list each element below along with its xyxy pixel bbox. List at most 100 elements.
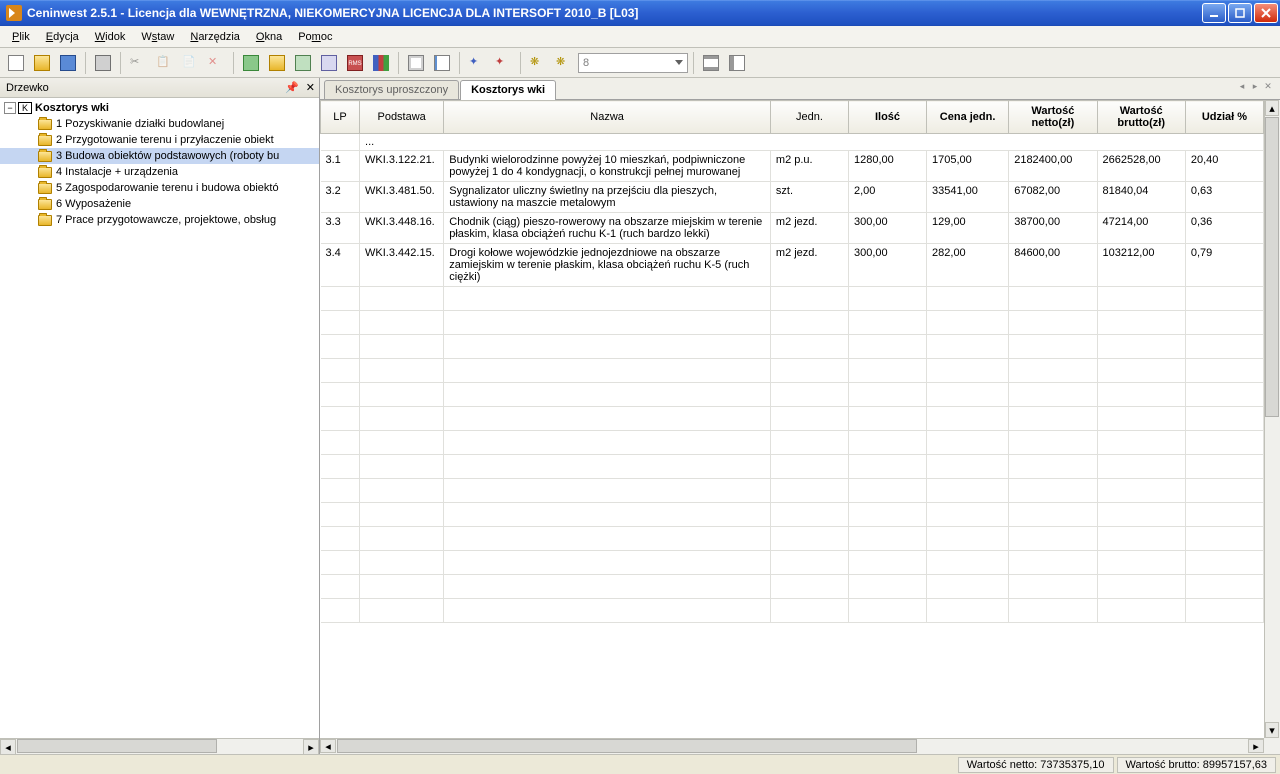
cell-wb[interactable]: 2662528,00 <box>1097 151 1185 182</box>
tb-list2[interactable] <box>725 51 749 75</box>
cell-lp[interactable]: 3.1 <box>321 151 360 182</box>
scroll-right-icon[interactable]: ▸ <box>303 739 319 755</box>
tb-chart[interactable] <box>369 51 393 75</box>
th-udzial[interactable]: Udział % <box>1185 101 1263 134</box>
tb-open[interactable] <box>30 51 54 75</box>
tb-wand2[interactable]: ✦ <box>491 51 515 75</box>
tb-print[interactable] <box>91 51 115 75</box>
tb-tool3[interactable] <box>291 51 315 75</box>
table-row[interactable] <box>321 335 1264 359</box>
tb-group2[interactable]: ❋ <box>552 51 576 75</box>
tb-wand1[interactable]: ✦ <box>465 51 489 75</box>
hscroll-left-icon[interactable]: ◂ <box>320 739 336 753</box>
cell-lp[interactable]: 3.4 <box>321 244 360 287</box>
table-row[interactable] <box>321 431 1264 455</box>
tree-item[interactable]: 6 Wyposażenie <box>0 196 319 212</box>
menu-insert[interactable]: Wstaw <box>133 29 182 45</box>
menu-file[interactable]: Plik <box>4 29 38 45</box>
scroll-thumb[interactable] <box>17 739 217 753</box>
cell-jedn[interactable]: szt. <box>770 182 848 213</box>
table-row[interactable] <box>321 527 1264 551</box>
tb-tool2[interactable] <box>265 51 289 75</box>
cell-wn[interactable]: 67082,00 <box>1009 182 1097 213</box>
cell-wn[interactable]: 2182400,00 <box>1009 151 1097 182</box>
cell-ilosc[interactable]: 300,00 <box>848 213 926 244</box>
cost-grid[interactable]: LP Podstawa Nazwa Jedn. Ilość Cena jedn.… <box>320 100 1264 623</box>
cell-nazwa[interactable]: Sygnalizator uliczny świetlny na przejśc… <box>444 182 771 213</box>
menu-tools[interactable]: Narzędzia <box>182 29 248 45</box>
tree-collapse-icon[interactable]: − <box>4 102 16 114</box>
scroll-down-icon[interactable]: ▾ <box>1265 722 1279 738</box>
tab-nav-next-icon[interactable]: ▸ <box>1249 81 1261 93</box>
cell-wn[interactable]: 84600,00 <box>1009 244 1097 287</box>
close-button[interactable] <box>1254 3 1278 23</box>
table-row[interactable] <box>321 503 1264 527</box>
tb-cut[interactable]: ✂ <box>126 51 150 75</box>
th-nazwa[interactable]: Nazwa <box>444 101 771 134</box>
maximize-button[interactable] <box>1228 3 1252 23</box>
grid-hscroll[interactable]: ◂ ▸ <box>320 738 1264 754</box>
table-row[interactable]: 3.2WKI.3.481.50.Sygnalizator uliczny świ… <box>321 182 1264 213</box>
pin-icon[interactable]: 📌 <box>285 81 299 94</box>
tb-copy[interactable]: 📋 <box>152 51 176 75</box>
cell-jedn[interactable]: m2 p.u. <box>770 151 848 182</box>
cell-podstawa[interactable]: WKI.3.481.50. <box>360 182 444 213</box>
cell-ilosc[interactable]: 1280,00 <box>848 151 926 182</box>
tree-root[interactable]: − K Kosztorys wki <box>0 100 319 116</box>
th-wn[interactable]: Wartość netto(zł) <box>1009 101 1097 134</box>
tree[interactable]: − K Kosztorys wki 1 Pozyskiwanie działki… <box>0 98 319 738</box>
cell-wb[interactable]: 47214,00 <box>1097 213 1185 244</box>
cell-dots[interactable]: ... <box>360 134 1264 151</box>
tree-item[interactable]: 2 Przygotowanie terenu i przyłaczenie ob… <box>0 132 319 148</box>
menu-edit[interactable]: Edycja <box>38 29 87 45</box>
tb-rms[interactable]: RMS <box>343 51 367 75</box>
cell-ilosc[interactable]: 2,00 <box>848 182 926 213</box>
menu-view[interactable]: Widok <box>87 29 134 45</box>
minimize-button[interactable] <box>1202 3 1226 23</box>
cell-lp[interactable] <box>321 134 360 151</box>
th-jedn[interactable]: Jedn. <box>770 101 848 134</box>
tab-kosztorys-uproszczony[interactable]: Kosztorys uproszczony <box>324 80 459 99</box>
grid-vscroll[interactable]: ▴ ▾ <box>1264 100 1280 738</box>
cell-podstawa[interactable]: WKI.3.122.21. <box>360 151 444 182</box>
table-row[interactable] <box>321 599 1264 623</box>
table-row[interactable]: 3.4WKI.3.442.15.Drogi kołowe wojewódzkie… <box>321 244 1264 287</box>
cell-jedn[interactable]: m2 jezd. <box>770 213 848 244</box>
table-row[interactable] <box>321 311 1264 335</box>
tb-group1[interactable]: ❋ <box>526 51 550 75</box>
tb-paste[interactable]: 📄 <box>178 51 202 75</box>
table-row[interactable] <box>321 575 1264 599</box>
tab-kosztorys-wki[interactable]: Kosztorys wki <box>460 80 556 99</box>
tb-save[interactable] <box>56 51 80 75</box>
tb-sheet1[interactable] <box>404 51 428 75</box>
table-row[interactable] <box>321 287 1264 311</box>
cell-nazwa[interactable]: Chodnik (ciąg) pieszo-rowerowy na obszar… <box>444 213 771 244</box>
cell-cena[interactable]: 282,00 <box>927 244 1009 287</box>
table-row[interactable] <box>321 407 1264 431</box>
table-row[interactable]: 3.1WKI.3.122.21.Budynki wielorodzinne po… <box>321 151 1264 182</box>
cell-nazwa[interactable]: Drogi kołowe wojewódzkie jednojezdniowe … <box>444 244 771 287</box>
tree-item[interactable]: 5 Zagospodarowanie terenu i budowa obiek… <box>0 180 319 196</box>
cell-lp[interactable]: 3.3 <box>321 213 360 244</box>
cell-ud[interactable]: 0,63 <box>1185 182 1263 213</box>
cell-cena[interactable]: 1705,00 <box>927 151 1009 182</box>
cell-podstawa[interactable]: WKI.3.448.16. <box>360 213 444 244</box>
tb-new[interactable] <box>4 51 28 75</box>
table-row[interactable] <box>321 479 1264 503</box>
table-row[interactable] <box>321 455 1264 479</box>
menu-help[interactable]: Pomoc <box>290 29 340 45</box>
cell-podstawa[interactable]: WKI.3.442.15. <box>360 244 444 287</box>
tree-item[interactable]: 4 Instalacje + urządzenia <box>0 164 319 180</box>
th-cena[interactable]: Cena jedn. <box>927 101 1009 134</box>
cell-ud[interactable]: 0,36 <box>1185 213 1263 244</box>
hscroll-thumb[interactable] <box>337 739 917 753</box>
table-row[interactable]: 3.3WKI.3.448.16.Chodnik (ciąg) pieszo-ro… <box>321 213 1264 244</box>
vscroll-thumb[interactable] <box>1265 117 1279 417</box>
cell-wb[interactable]: 81840,04 <box>1097 182 1185 213</box>
cell-lp[interactable]: 3.2 <box>321 182 360 213</box>
panel-close-icon[interactable]: ✕ <box>306 81 315 94</box>
cell-nazwa[interactable]: Budynki wielorodzinne powyżej 10 mieszka… <box>444 151 771 182</box>
th-podstawa[interactable]: Podstawa <box>360 101 444 134</box>
tree-item[interactable]: 1 Pozyskiwanie działki budowlanej <box>0 116 319 132</box>
th-lp[interactable]: LP <box>321 101 360 134</box>
